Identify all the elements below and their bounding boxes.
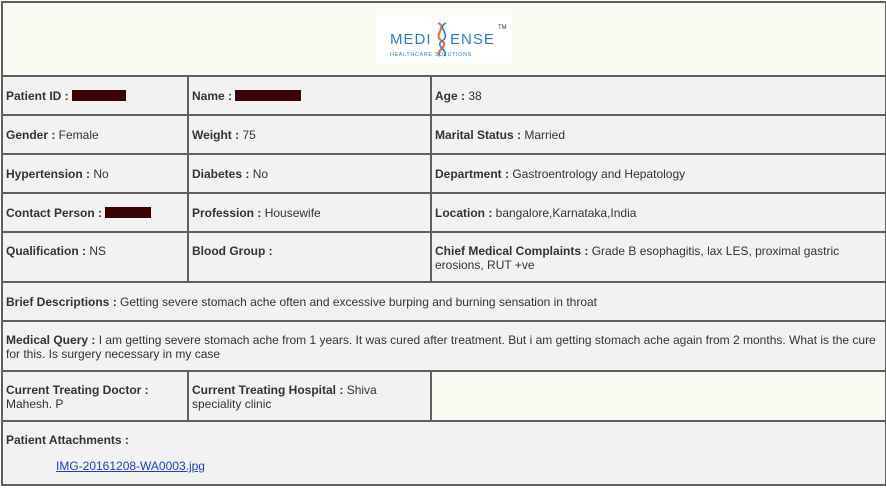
treating-doctor-label: Current Treating Doctor : [6, 383, 149, 397]
attachment-link[interactable]: IMG-20161208-WA0003.jpg [56, 459, 205, 473]
weight-label: Weight : [192, 127, 240, 142]
department-value: Gastroentrology and Hepatology [509, 166, 686, 181]
gender-value: Female [55, 127, 99, 142]
medisense-logo: MEDI ENSE TM HEALTHCARE SOLUTIONS [376, 14, 512, 63]
patient-details-table: MEDI ENSE TM HEALTHCARE SOLUTIONS Patien… [1, 1, 886, 486]
hypertension-label: Hypertension : [6, 166, 91, 181]
hypertension-cell: Hypertension : No [1, 153, 189, 194]
contact-person-label: Contact Person : [6, 205, 103, 220]
attachments-label: Patient Attachments : [6, 433, 129, 447]
treating-hospital-cell: Current Treating Hospital : Shiva specia… [187, 370, 432, 422]
department-cell: Department : Gastroentrology and Hepatol… [430, 153, 886, 194]
location-label: Location : [435, 205, 493, 220]
qualification-value: NS [86, 244, 107, 258]
diabetes-label: Diabetes : [192, 166, 250, 181]
brief-description-value: Getting severe stomach ache often and ex… [116, 294, 598, 309]
complaints-label: Chief Medical Complaints : [435, 244, 589, 258]
patient-id-cell: Patient ID : [1, 75, 189, 116]
qualification-cell: Qualification : NS [1, 231, 189, 283]
profession-cell: Profession : Housewife [187, 192, 432, 233]
patient-id-label: Patient ID : [6, 88, 69, 103]
contact-person-cell: Contact Person : [1, 192, 189, 233]
department-label: Department : [435, 166, 510, 181]
gender-cell: Gender : Female [1, 114, 189, 155]
medical-query-value: I am getting severe stomach ache from 1 … [6, 333, 876, 361]
age-value: 38 [465, 88, 482, 103]
header-logo-row: MEDI ENSE TM HEALTHCARE SOLUTIONS [1, 1, 886, 77]
patient-id-redacted [72, 89, 127, 101]
profession-label: Profession : [192, 205, 262, 220]
attachments-cell: Patient Attachments : IMG-20161208-WA000… [1, 420, 886, 486]
marital-value: Married [521, 127, 566, 142]
logo-trademark: TM [498, 25, 507, 31]
treating-doctor-value: Mahesh. P [6, 397, 64, 411]
patient-details-panel: MEDI ENSE TM HEALTHCARE SOLUTIONS Patien… [1, 1, 886, 491]
name-redacted [235, 89, 302, 101]
age-cell: Age : 38 [430, 75, 886, 116]
medical-query-cell: Medical Query : I am getting severe stom… [1, 320, 886, 372]
medical-query-label: Medical Query : [6, 333, 96, 347]
brief-description-label: Brief Descriptions : [6, 294, 117, 309]
profession-value: Housewife [261, 205, 321, 220]
diabetes-value: No [249, 166, 269, 181]
marital-cell: Marital Status : Married [430, 114, 886, 155]
brief-description-cell: Brief Descriptions : Getting severe stom… [1, 281, 886, 322]
age-label: Age : [435, 88, 465, 103]
logo-tagline: HEALTHCARE SOLUTIONS [390, 52, 472, 58]
qualification-label: Qualification : [6, 244, 87, 258]
empty-cell [430, 370, 886, 422]
gender-label: Gender : [6, 127, 56, 142]
complaints-cell: Chief Medical Complaints : Grade B esoph… [430, 231, 886, 283]
blood-group-cell: Blood Group : [187, 231, 432, 283]
location-value: bangalore,Karnataka,India [492, 205, 637, 220]
blood-group-label: Blood Group : [192, 244, 273, 258]
marital-label: Marital Status : [435, 127, 522, 142]
weight-cell: Weight : 75 [187, 114, 432, 155]
hypertension-value: No [90, 166, 109, 181]
treating-doctor-cell: Current Treating Doctor : Mahesh. P [1, 370, 189, 422]
contact-person-redacted [105, 206, 152, 218]
location-cell: Location : bangalore,Karnataka,India [430, 192, 886, 233]
treating-hospital-label: Current Treating Hospital : [192, 383, 344, 397]
logo-brand-left: MEDI [390, 31, 432, 48]
name-cell: Name : [187, 75, 432, 116]
logo-brand-right: ENSE [450, 31, 495, 48]
diabetes-cell: Diabetes : No [187, 153, 432, 194]
weight-value: 75 [239, 127, 256, 142]
name-label: Name : [192, 88, 233, 103]
